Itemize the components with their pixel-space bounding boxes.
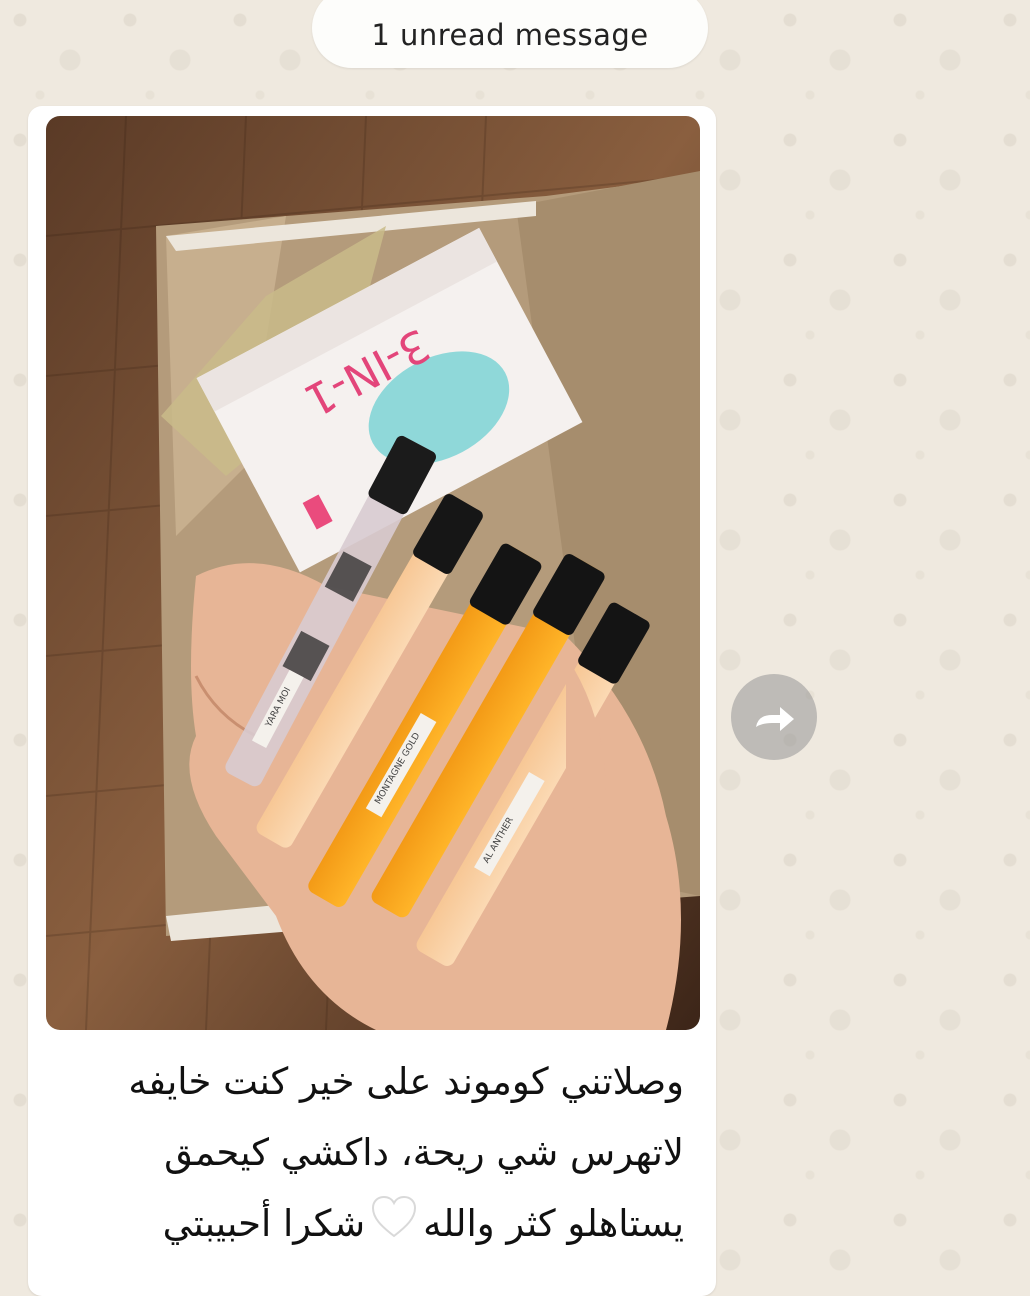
forward-button[interactable] <box>731 674 817 760</box>
caption-line-3-wrap: يستاهلو كثر والله شكرا أحبيبتي <box>80 1188 684 1261</box>
unread-messages-banner: 1 unread message <box>312 0 708 68</box>
caption-line-1: وصلاتني كوموند على خير كنت خايفه <box>128 1060 684 1103</box>
caption-line-3: يستاهلو كثر والله <box>423 1202 684 1245</box>
message-photo[interactable]: 3-IN-1 YARA MOI MONTAGNE GOLD AL ANTHER <box>46 116 700 1030</box>
unread-banner-text: 1 unread message <box>371 18 649 52</box>
white-heart-icon <box>371 1190 417 1261</box>
forward-icon <box>756 707 794 731</box>
message-caption: وصلاتني كوموند على خير كنت خايفه لاتهرس … <box>80 1046 684 1261</box>
caption-line-2: لاتهرس شي ريحة، داكشي كيحمق <box>164 1131 684 1174</box>
caption-line-4: شكرا أحبيبتي <box>162 1202 366 1245</box>
